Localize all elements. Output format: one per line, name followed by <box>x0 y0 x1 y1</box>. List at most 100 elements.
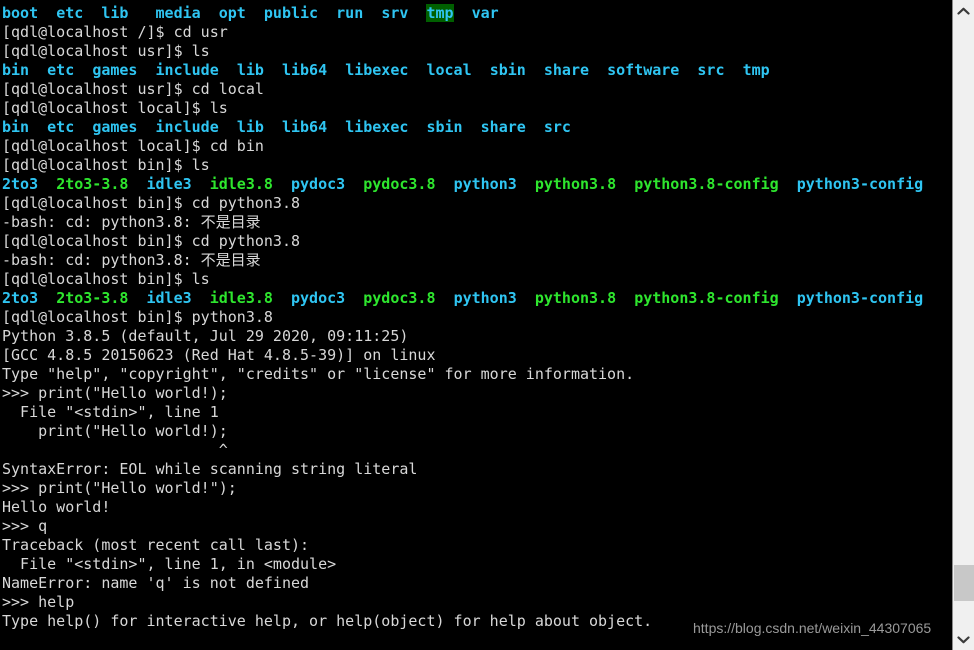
terminal-text-segment: python3.8 <box>534 289 617 307</box>
terminal-text-segment: [qdl@localhost bin]$ ls <box>2 156 210 174</box>
terminal-text-segment: python3 <box>453 175 517 193</box>
terminal-text-segment: [qdl@localhost /]$ cd usr <box>2 23 228 41</box>
terminal-text-segment: [qdl@localhost local]$ cd bin <box>2 137 264 155</box>
terminal-text-segment: python3-config <box>796 175 924 193</box>
terminal-text-segment: libexec <box>345 118 409 136</box>
terminal-text-segment: [qdl@localhost usr]$ ls <box>2 42 210 60</box>
prompt-ls-usr: [qdl@localhost usr]$ ls <box>2 42 952 61</box>
terminal-text-segment: src <box>543 118 571 136</box>
terminal-text-segment: [qdl@localhost bin]$ ls <box>2 270 210 288</box>
error-not-a-directory-2: -bash: cd: python3.8: 不是目录 <box>2 251 952 270</box>
terminal-text-segment: var <box>471 4 499 22</box>
terminal-text-segment: 2to3 <box>2 289 39 307</box>
terminal-text-segment: libexec <box>345 61 409 79</box>
terminal-text-segment: opt <box>218 4 246 22</box>
terminal-text-segment: [qdl@localhost usr]$ cd local <box>2 80 264 98</box>
terminal-text-segment: bin <box>2 118 30 136</box>
terminal-text-segment: media <box>155 4 201 22</box>
terminal-text-segment: >>> print("Hello world!); <box>2 384 228 402</box>
terminal-text-segment: ^ <box>2 441 228 459</box>
terminal-text-segment: lib <box>101 4 129 22</box>
ls-bin-output-2: 2to3 2to3-3.8 idle3 idle3.8 pydoc3 pydoc… <box>2 289 952 308</box>
py-traceback-file-2: File "<stdin>", line 1, in <module> <box>2 555 952 574</box>
terminal-text-segment: include <box>155 118 219 136</box>
terminal-text-segment: SyntaxError: EOL while scanning string l… <box>2 460 418 478</box>
terminal-text-segment: [GCC 4.8.5 20150623 (Red Hat 4.8.5-39)] … <box>2 346 436 364</box>
py-output-help-hint: Type help() for interactive help, or hel… <box>2 612 952 631</box>
terminal-output-area[interactable]: boot etc lib media opt public run srv tm… <box>0 0 952 650</box>
terminal-text-segment: share <box>543 61 590 79</box>
prompt-cd-bin: [qdl@localhost local]$ cd bin <box>2 137 952 156</box>
terminal-text-segment: 2to3 <box>2 175 39 193</box>
vertical-scrollbar[interactable] <box>952 0 974 650</box>
terminal-text-segment: [qdl@localhost local]$ ls <box>2 99 228 117</box>
terminal-text-segment: 2to3-3.8 <box>56 175 129 193</box>
terminal-text-segment: [qdl@localhost bin]$ cd python3.8 <box>2 194 301 212</box>
terminal-text-segment: python3.8 <box>534 175 617 193</box>
terminal-text-segment: sbin <box>426 118 463 136</box>
terminal-text-segment: lib <box>236 118 264 136</box>
scroll-up-button[interactable] <box>953 0 974 22</box>
scrollbar-thumb[interactable] <box>954 565 974 601</box>
py-name-error: NameError: name 'q' is not defined <box>2 574 952 593</box>
terminal-text-segment: pydoc3 <box>291 289 346 307</box>
ls-usr-output: bin etc games include lib lib64 libexec … <box>2 61 952 80</box>
py-input-help: >>> help <box>2 593 952 612</box>
terminal-text-segment: Traceback (most recent call last): <box>2 536 310 554</box>
terminal-text-segment: Type help() for interactive help, or hel… <box>2 612 653 630</box>
terminal-text-segment: -bash: cd: python3.8: 不是目录 <box>2 251 261 269</box>
terminal-text-segment: etc <box>47 118 75 136</box>
terminal-text-segment: tmp <box>426 4 454 22</box>
scroll-down-button[interactable] <box>953 628 974 650</box>
terminal-text-segment: games <box>92 61 138 79</box>
terminal-text-segment: python3-config <box>796 289 924 307</box>
terminal-text-segment: Python 3.8.5 (default, Jul 29 2020, 09:1… <box>2 327 409 345</box>
terminal-text-segment: software <box>607 61 680 79</box>
terminal-text-segment: idle3.8 <box>209 289 273 307</box>
terminal-text-segment: games <box>92 118 138 136</box>
chevron-down-icon <box>957 635 970 644</box>
error-not-a-directory-1: -bash: cd: python3.8: 不是目录 <box>2 213 952 232</box>
terminal-text-segment: python3 <box>453 289 517 307</box>
terminal-text-segment: idle3 <box>146 289 192 307</box>
py-input-print-good: >>> print("Hello world!"); <box>2 479 952 498</box>
terminal-text-segment: Hello world! <box>2 498 111 516</box>
prompt-ls-bin-2: [qdl@localhost bin]$ ls <box>2 270 952 289</box>
python-banner-gcc: [GCC 4.8.5 20150623 (Red Hat 4.8.5-39)] … <box>2 346 952 365</box>
terminal-text-segment: lib64 <box>281 61 328 79</box>
py-input-print-bad: >>> print("Hello world!); <box>2 384 952 403</box>
terminal-text-segment: lib64 <box>281 118 328 136</box>
terminal-text-segment: tmp <box>742 61 770 79</box>
terminal-text-segment: idle3 <box>146 175 192 193</box>
chevron-up-icon <box>957 7 970 16</box>
terminal-text-segment: srv <box>381 4 409 22</box>
terminal-text-segment: etc <box>56 4 84 22</box>
python-banner-version: Python 3.8.5 (default, Jul 29 2020, 09:1… <box>2 327 952 346</box>
python-banner-help: Type "help", "copyright", "credits" or "… <box>2 365 952 384</box>
terminal-text-segment: local <box>426 61 472 79</box>
